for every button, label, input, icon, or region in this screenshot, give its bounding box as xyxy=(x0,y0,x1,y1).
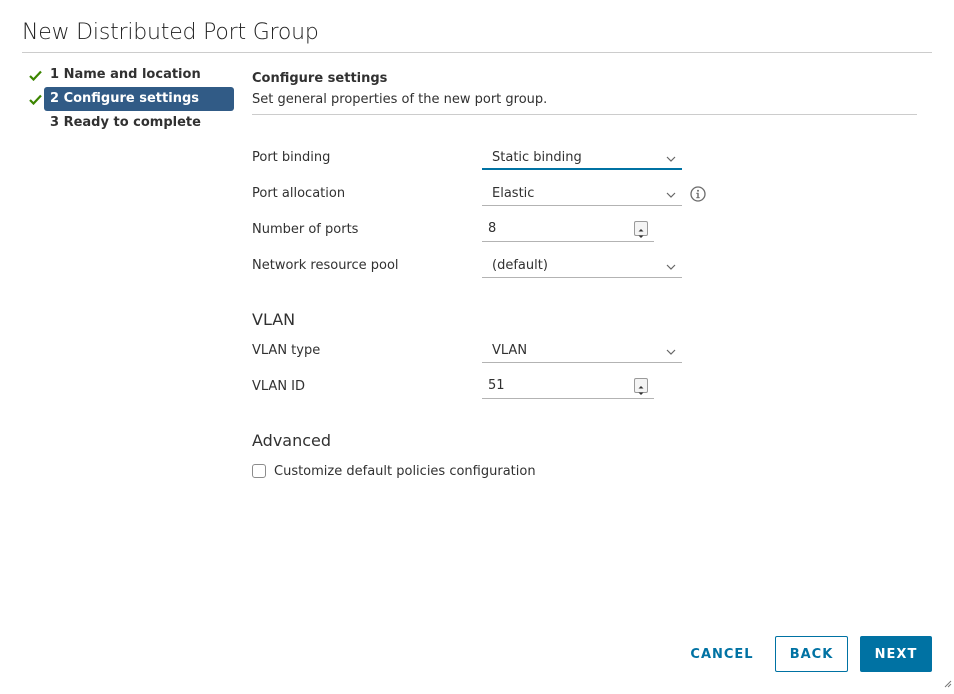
customize-policies-checkbox[interactable] xyxy=(252,464,266,478)
resize-grip-icon[interactable] xyxy=(943,673,952,692)
customize-policies-label[interactable]: Customize default policies configuration xyxy=(274,464,536,479)
customize-policies-row: Customize default policies configuration xyxy=(252,462,536,480)
vlan-type-row: VLAN type VLAN xyxy=(252,339,917,363)
chevron-down-icon xyxy=(666,345,676,360)
step-label: 2 Configure settings xyxy=(44,87,234,111)
port-binding-select[interactable]: Static binding xyxy=(482,146,682,170)
network-resource-pool-row: Network resource pool (default) xyxy=(252,254,917,278)
wizard-steps: 1 Name and location 2 Configure settings… xyxy=(26,63,234,135)
number-of-ports-label: Number of ports xyxy=(252,222,359,237)
vlan-id-input[interactable] xyxy=(488,378,618,393)
chevron-down-icon xyxy=(666,260,676,275)
vlan-type-value: VLAN xyxy=(492,343,528,358)
chevron-down-icon xyxy=(666,152,676,167)
number-of-ports-input[interactable] xyxy=(488,221,618,236)
vlan-id-field xyxy=(482,375,654,399)
port-allocation-value: Elastic xyxy=(492,186,535,201)
step-ready-to-complete[interactable]: 3 Ready to complete xyxy=(26,111,234,135)
title-divider xyxy=(22,52,932,53)
info-icon[interactable] xyxy=(690,186,706,206)
port-allocation-row: Port allocation Elastic xyxy=(252,182,917,206)
vlan-heading: VLAN xyxy=(252,310,296,329)
step-label: 3 Ready to complete xyxy=(50,115,201,130)
next-button[interactable]: NEXT xyxy=(860,636,932,672)
step-label: 1 Name and location xyxy=(50,67,201,82)
configure-settings-panel: Configure settings Set general propertie… xyxy=(252,70,917,479)
port-binding-row: Port binding Static binding xyxy=(252,146,917,170)
section-description: Set general properties of the new port g… xyxy=(252,92,548,107)
stepper-up-icon[interactable] xyxy=(635,222,647,232)
vlan-type-label: VLAN type xyxy=(252,343,321,358)
number-of-ports-field xyxy=(482,218,654,242)
stepper-down-icon[interactable] xyxy=(635,229,647,238)
network-resource-pool-label: Network resource pool xyxy=(252,258,399,273)
number-of-ports-row: Number of ports xyxy=(252,218,917,242)
step-configure-settings[interactable]: 2 Configure settings xyxy=(26,87,234,111)
port-binding-value: Static binding xyxy=(492,150,582,165)
vlan-type-select[interactable]: VLAN xyxy=(482,339,682,363)
stepper-down-icon[interactable] xyxy=(635,386,647,395)
vlan-id-label: VLAN ID xyxy=(252,379,306,394)
chevron-down-icon xyxy=(666,188,676,203)
back-button[interactable]: BACK xyxy=(775,636,848,672)
vlan-id-row: VLAN ID xyxy=(252,375,917,399)
content-divider xyxy=(252,114,917,115)
check-icon xyxy=(26,70,44,81)
cancel-button[interactable]: CANCEL xyxy=(680,636,764,672)
port-binding-label: Port binding xyxy=(252,150,331,165)
step-name-and-location[interactable]: 1 Name and location xyxy=(26,63,234,87)
dialog-title: New Distributed Port Group xyxy=(22,20,319,45)
advanced-heading: Advanced xyxy=(252,431,332,450)
number-of-ports-stepper[interactable] xyxy=(634,221,648,238)
stepper-up-icon[interactable] xyxy=(635,379,647,389)
network-resource-pool-value: (default) xyxy=(492,258,548,273)
network-resource-pool-select[interactable]: (default) xyxy=(482,254,682,278)
check-icon xyxy=(26,94,44,105)
section-heading: Configure settings xyxy=(252,71,388,86)
port-allocation-select[interactable]: Elastic xyxy=(482,182,682,206)
vlan-id-stepper[interactable] xyxy=(634,378,648,395)
port-allocation-label: Port allocation xyxy=(252,186,346,201)
